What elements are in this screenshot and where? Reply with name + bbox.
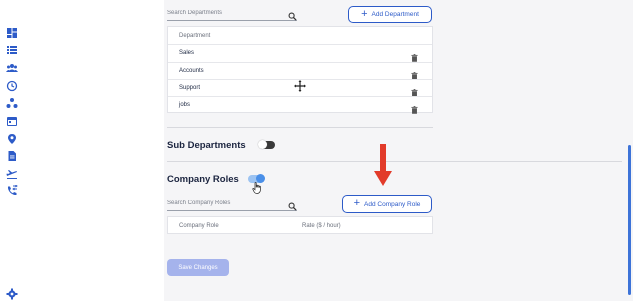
scrollbar[interactable] [628, 145, 631, 295]
divider [167, 127, 433, 128]
department-name: jobs [179, 102, 191, 108]
department-name: Sales [179, 50, 195, 56]
trash-icon[interactable] [411, 67, 418, 80]
sub-departments-title: Sub Departments [167, 140, 246, 151]
department-search-input[interactable] [167, 7, 277, 19]
save-changes-button[interactable]: Save Changes [167, 259, 229, 276]
location-icon[interactable] [6, 133, 18, 145]
company-role-search-input[interactable] [167, 197, 277, 209]
table-row[interactable]: jobs [168, 96, 432, 114]
table-row[interactable]: Sales [168, 44, 432, 62]
add-department-label: Add Department [371, 11, 419, 18]
plus-icon: + [361, 7, 368, 20]
clock-icon[interactable] [6, 80, 18, 92]
plus-icon: + [353, 197, 361, 209]
divider [167, 161, 622, 162]
settings-icon[interactable] [6, 288, 18, 300]
department-name: Support [179, 85, 201, 91]
team-icon[interactable] [6, 62, 18, 74]
department-name: Accounts [179, 68, 204, 74]
move-cursor-icon [294, 79, 306, 92]
department-search[interactable] [167, 6, 297, 21]
list-icon[interactable] [6, 44, 18, 56]
flight-icon[interactable] [6, 168, 18, 180]
add-company-role-button[interactable]: + Add Company Role [342, 195, 432, 213]
org-chart-icon[interactable] [6, 97, 18, 109]
company-roles-title: Company Roles [167, 174, 239, 185]
departments-table: Department Sales Accounts Support jobs [167, 26, 433, 114]
document-icon[interactable] [6, 150, 18, 162]
pointer-hand-icon [252, 181, 262, 194]
company-role-column-header: Company Role [179, 223, 219, 229]
company-roles-table: Company Role Rate ($ / hour) [167, 216, 433, 234]
company-role-search[interactable] [167, 196, 297, 211]
trash-icon[interactable] [411, 49, 418, 62]
search-icon[interactable] [288, 198, 297, 211]
department-column-header: Department [179, 33, 211, 39]
rate-column-header: Rate ($ / hour) [302, 223, 341, 229]
trash-icon[interactable] [411, 84, 418, 97]
phone-transfer-icon[interactable] [6, 185, 18, 197]
search-icon[interactable] [288, 8, 297, 21]
red-down-arrow-icon [374, 144, 392, 186]
add-department-button[interactable]: + Add Department [348, 6, 432, 23]
dashboard-icon[interactable] [6, 27, 18, 39]
sidebar [0, 0, 24, 301]
sub-departments-toggle[interactable] [258, 140, 275, 149]
table-row[interactable]: Accounts [168, 62, 432, 80]
toggle-knob [258, 140, 267, 149]
calendar-icon[interactable] [6, 115, 18, 127]
trash-icon[interactable] [411, 101, 418, 114]
add-company-role-label: Add Company Role [364, 200, 421, 208]
